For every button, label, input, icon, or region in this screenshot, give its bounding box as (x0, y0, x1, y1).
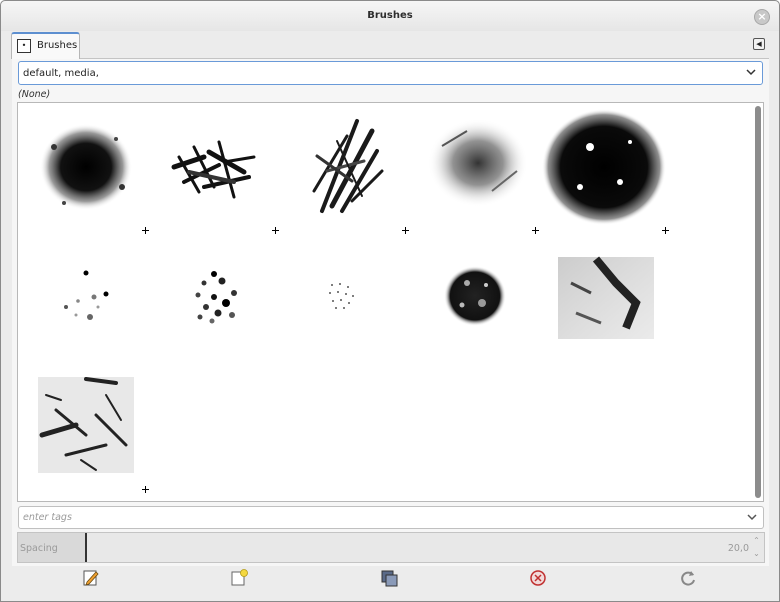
tags-placeholder: enter tags (23, 512, 72, 523)
brush-item[interactable] (540, 107, 670, 227)
brushes-dialog: Brushes × • Brushes ◀ default, media, (N… (0, 0, 780, 602)
tab-menu-button[interactable]: ◀ (753, 38, 765, 50)
vertical-scrollbar[interactable] (755, 106, 761, 498)
brush-item[interactable] (326, 281, 356, 311)
selected-brush-name: (None) (18, 89, 51, 100)
tab-brushes[interactable]: • Brushes (11, 32, 80, 59)
brush-sponge-icon (444, 266, 506, 326)
tag-filter-combo[interactable]: default, media, (18, 61, 763, 85)
tab-brushes-label: Brushes (37, 40, 78, 51)
tag-filter-value: default, media, (23, 68, 99, 79)
chevron-down-icon[interactable] (746, 67, 756, 77)
new-document-icon (231, 569, 248, 586)
brush-scattered-dots-icon (64, 270, 109, 320)
edit-brush-button[interactable] (81, 568, 101, 588)
brush-item[interactable] (34, 117, 134, 217)
brush-item[interactable] (422, 111, 532, 211)
brush-plus-icon (662, 227, 669, 234)
new-brush-button[interactable] (229, 568, 249, 588)
brush-item[interactable] (36, 375, 136, 475)
spacing-value: 20,0 (727, 543, 749, 554)
edit-icon (83, 570, 99, 586)
brush-plus-icon (142, 486, 149, 493)
brush-plus-icon (402, 227, 409, 234)
spacing-label: Spacing (20, 543, 58, 554)
brush-square-grunge-icon (38, 377, 134, 473)
brush-plus-icon (142, 227, 149, 234)
duplicate-brush-button[interactable] (379, 568, 399, 588)
brush-grunge-blot-icon (542, 109, 666, 225)
duplicate-icon (381, 570, 398, 587)
close-icon: × (757, 10, 767, 23)
tags-entry-combo[interactable]: enter tags (18, 506, 764, 529)
brush-item[interactable] (164, 127, 264, 211)
brush-tiny-dots-icon (329, 283, 354, 309)
brush-soft-smudge-icon (428, 119, 528, 207)
brush-item[interactable] (442, 263, 508, 329)
brush-item[interactable] (184, 269, 244, 325)
brush-item[interactable] (556, 253, 656, 343)
brush-blobs-icon (195, 271, 237, 324)
refresh-icon (681, 571, 695, 586)
delete-icon (530, 570, 546, 586)
close-button[interactable]: × (754, 9, 770, 25)
spacing-slider[interactable]: Spacing 20,0 ⌃ ⌄ (17, 532, 765, 563)
brush-texture-patch-icon (558, 256, 654, 339)
delete-brush-button[interactable] (528, 568, 548, 588)
brush-item[interactable] (58, 267, 114, 323)
triangle-left-icon: ◀ (756, 40, 762, 48)
brush-plus-icon (272, 227, 279, 234)
brush-item[interactable] (302, 111, 392, 221)
action-toolbar (1, 565, 779, 591)
brush-chalk-strokes-icon (171, 140, 256, 199)
brush-heavy-splatter-icon (40, 124, 132, 210)
brush-dot-icon: • (17, 39, 31, 53)
window-title: Brushes (367, 10, 413, 21)
spin-down-icon[interactable]: ⌄ (752, 548, 761, 560)
spin-up-icon[interactable]: ⌃ (752, 535, 761, 547)
brush-grid[interactable] (17, 102, 764, 502)
brush-vertical-strokes-icon (312, 119, 384, 213)
chevron-down-icon[interactable] (747, 512, 757, 522)
title-bar[interactable]: Brushes × (1, 1, 779, 31)
brush-plus-icon (532, 227, 539, 234)
refresh-brushes-button[interactable] (678, 568, 698, 588)
